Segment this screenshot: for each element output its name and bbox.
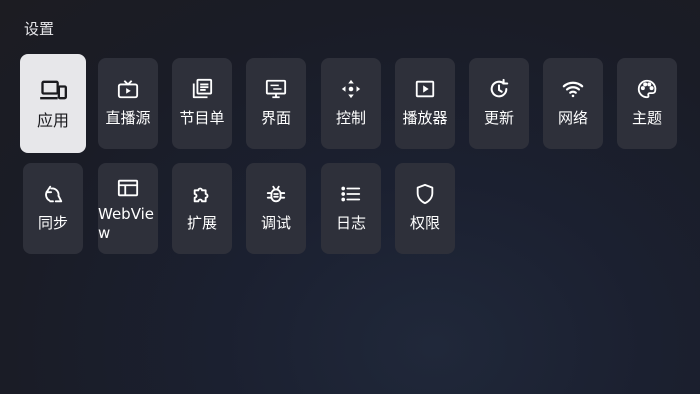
tile-webview[interactable]: WebVie w xyxy=(98,163,158,254)
update-icon xyxy=(488,78,510,100)
tile-label: 主题 xyxy=(631,109,662,127)
tile-label: 控制 xyxy=(335,109,366,127)
tile-label: WebVie w xyxy=(98,205,158,243)
page-title: 设置 xyxy=(24,20,55,38)
tile-label: 网络 xyxy=(557,109,588,127)
sync-icon xyxy=(42,183,64,205)
dpad-icon xyxy=(340,78,362,100)
tv-icon xyxy=(117,78,139,100)
tile-label: 扩展 xyxy=(186,214,217,232)
tile-label-line2: w xyxy=(98,224,111,242)
tile-label: 权限 xyxy=(409,214,440,232)
tile-label: 直播源 xyxy=(105,109,151,127)
tile-control[interactable]: 控制 xyxy=(321,58,381,149)
tile-log[interactable]: 日志 xyxy=(321,163,381,254)
tile-ui[interactable]: 界面 xyxy=(246,58,306,149)
tile-permission[interactable]: 权限 xyxy=(395,163,455,254)
wifi-icon xyxy=(562,78,584,100)
library-books-icon xyxy=(191,78,213,100)
tile-theme[interactable]: 主题 xyxy=(617,58,677,149)
tile-label: 节目单 xyxy=(179,109,225,127)
extension-icon xyxy=(191,183,213,205)
tile-label: 更新 xyxy=(483,109,514,127)
tile-label: 界面 xyxy=(260,109,291,127)
tile-update[interactable]: 更新 xyxy=(469,58,529,149)
tile-apps[interactable]: 应用 xyxy=(20,54,86,153)
tile-label-line1: WebVie xyxy=(98,205,155,223)
tile-label: 应用 xyxy=(36,111,69,130)
tile-label: 播放器 xyxy=(402,109,448,127)
palette-icon xyxy=(636,78,658,100)
tile-label: 调试 xyxy=(260,214,291,232)
play-box-icon xyxy=(414,78,436,100)
tile-label: 日志 xyxy=(335,214,366,232)
web-icon xyxy=(117,177,139,199)
tile-live-source[interactable]: 直播源 xyxy=(98,58,158,149)
shield-icon xyxy=(414,183,436,205)
tile-label: 同步 xyxy=(37,214,68,232)
tile-debug[interactable]: 调试 xyxy=(246,163,306,254)
display-settings-icon xyxy=(265,78,287,100)
devices-icon xyxy=(39,76,67,104)
list-icon xyxy=(340,183,362,205)
tile-epg[interactable]: 节目单 xyxy=(172,58,232,149)
tile-sync[interactable]: 同步 xyxy=(23,163,83,254)
tile-network[interactable]: 网络 xyxy=(543,58,603,149)
tile-player[interactable]: 播放器 xyxy=(395,58,455,149)
tile-extension[interactable]: 扩展 xyxy=(172,163,232,254)
bug-icon xyxy=(265,183,287,205)
